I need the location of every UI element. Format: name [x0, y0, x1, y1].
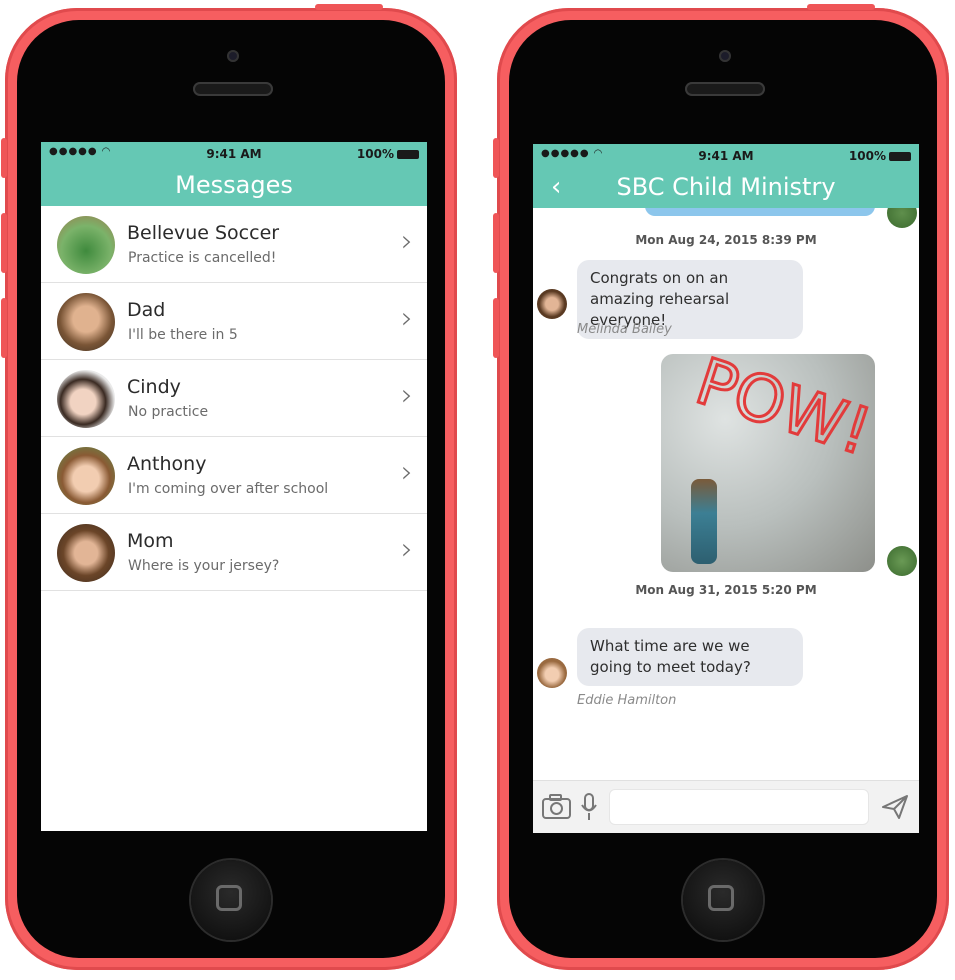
conversation-row[interactable]: Cindy No practice › [41, 360, 427, 437]
home-button[interactable] [191, 860, 271, 940]
message-text: What time are we we going to meet today? [590, 637, 751, 676]
timestamp: Mon Aug 31, 2015 5:20 PM [635, 583, 817, 597]
incoming-bubble: What time are we we going to meet today? [577, 628, 803, 686]
conversation-preview: I'm coming over after school [128, 481, 329, 497]
shared-image[interactable]: POW! [661, 354, 875, 572]
page-title: SBC Child Ministry [616, 173, 836, 201]
battery-level: 100% [849, 149, 911, 163]
mute-switch [493, 138, 499, 178]
conversation-name: Mom [127, 530, 174, 552]
home-square-icon [708, 885, 734, 911]
camera-icon[interactable] [541, 793, 573, 821]
conversation-row[interactable]: Anthony I'm coming over after school › [41, 437, 427, 514]
nav-bar: ‹ SBC Child Ministry [533, 168, 919, 208]
earpiece-speaker [685, 82, 765, 96]
phone-bezel: ●●●●● ◠ 9:41 AM 100% ‹ SBC Child Ministr… [509, 20, 937, 958]
chevron-right-icon: › [401, 532, 413, 567]
conversation-row[interactable]: Mom Where is your jersey? › [41, 514, 427, 591]
volume-up-button [1, 213, 7, 273]
chevron-right-icon: › [401, 455, 413, 490]
sender-name: Eddie Hamilton [577, 693, 677, 708]
power-button [807, 4, 875, 10]
earpiece-speaker [193, 82, 273, 96]
conversation-name: Bellevue Soccer [127, 222, 280, 244]
volume-down-button [1, 298, 7, 358]
conversation-preview: Where is your jersey? [128, 558, 280, 574]
conversation-preview: Practice is cancelled! [128, 250, 277, 266]
page-title: Messages [175, 171, 293, 199]
conversation-name: Anthony [127, 453, 207, 475]
timestamp: Mon Aug 24, 2015 8:39 PM [635, 233, 817, 247]
chevron-right-icon: › [401, 224, 413, 259]
phone-bezel: ●●●●● ◠ 9:41 AM 100% Messages Bellevue S… [17, 20, 445, 958]
message-input[interactable] [609, 789, 869, 825]
power-button [315, 4, 383, 10]
compose-bar [533, 780, 919, 833]
avatar [57, 216, 115, 274]
front-camera [227, 50, 239, 62]
avatar [57, 293, 115, 351]
volume-up-button [493, 213, 499, 273]
phone-left: ●●●●● ◠ 9:41 AM 100% Messages Bellevue S… [1, 4, 457, 970]
conversation-preview: No practice [128, 404, 209, 420]
back-chevron-icon[interactable]: ‹ [551, 168, 561, 206]
avatar [537, 289, 567, 319]
avatar [887, 546, 917, 576]
volume-down-button [493, 298, 499, 358]
mute-switch [1, 138, 7, 178]
battery-icon [397, 150, 419, 159]
conversation-row[interactable]: Bellevue Soccer Practice is cancelled! › [41, 206, 427, 283]
chevron-right-icon: › [401, 301, 413, 336]
status-bar: ●●●●● ◠ 9:41 AM 100% [533, 144, 919, 168]
conversation-name: Dad [127, 299, 166, 321]
conversation-preview: I'll be there in 5 [128, 327, 238, 343]
chat-thread: Mon Aug 24, 2015 8:39 PM Congrats on on … [533, 208, 919, 781]
conversation-row[interactable]: Dad I'll be there in 5 › [41, 283, 427, 360]
battery-level: 100% [357, 147, 419, 161]
send-icon[interactable] [881, 794, 909, 820]
home-button[interactable] [683, 860, 763, 940]
chevron-right-icon: › [401, 378, 413, 413]
avatar [57, 370, 115, 428]
pow-doodle: POW! [687, 354, 875, 470]
sender-name: Melinda Bailey [577, 322, 672, 337]
home-square-icon [216, 885, 242, 911]
nav-bar: Messages [41, 166, 427, 206]
drawing-overlay: POW! [686, 354, 875, 472]
outgoing-bubble [645, 208, 875, 216]
avatar [537, 658, 567, 688]
avatar [57, 447, 115, 505]
message-text: Congrats on on an amazing rehearsal ever… [590, 269, 730, 329]
microphone-icon[interactable] [579, 792, 599, 822]
status-bar: ●●●●● ◠ 9:41 AM 100% [41, 142, 427, 166]
avatar [57, 524, 115, 582]
conversation-name: Cindy [127, 376, 181, 398]
chat-screen: ●●●●● ◠ 9:41 AM 100% ‹ SBC Child Ministr… [533, 144, 919, 833]
phone-right: ●●●●● ◠ 9:41 AM 100% ‹ SBC Child Ministr… [493, 4, 949, 970]
front-camera [719, 50, 731, 62]
messages-screen: ●●●●● ◠ 9:41 AM 100% Messages Bellevue S… [41, 142, 427, 831]
battery-icon [889, 152, 911, 161]
avatar [887, 208, 917, 228]
